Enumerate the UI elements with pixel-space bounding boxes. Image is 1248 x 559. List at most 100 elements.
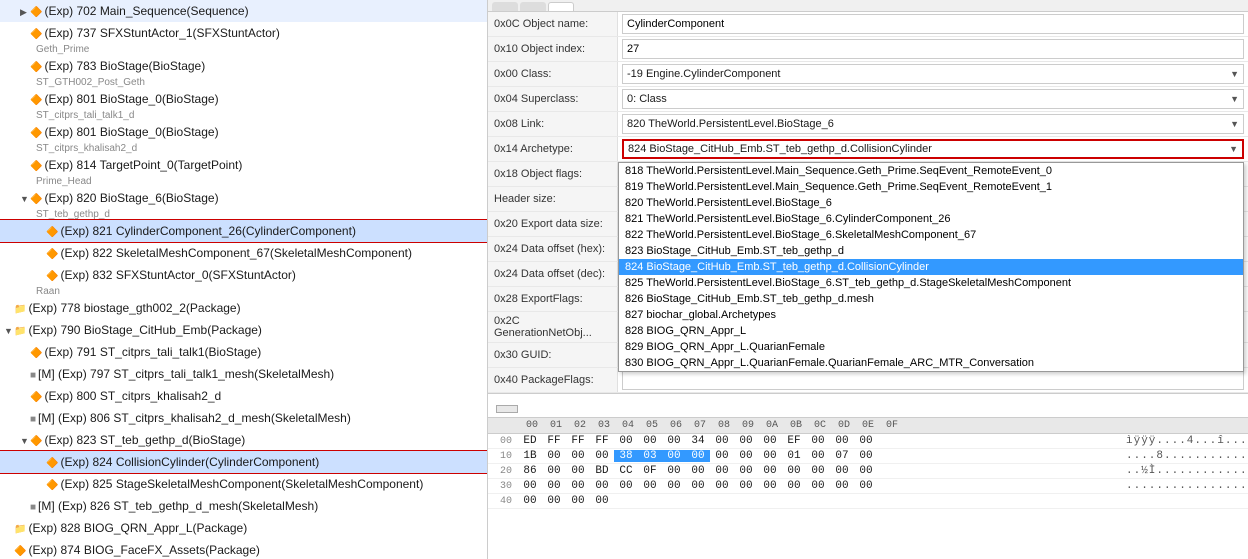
meta-input-14[interactable] xyxy=(622,370,1244,390)
hex-byte-4-9[interactable] xyxy=(734,495,758,507)
hex-byte-4-1[interactable]: 00 xyxy=(542,495,566,507)
meta-input-0[interactable] xyxy=(622,14,1244,34)
hex-byte-2-10[interactable]: 00 xyxy=(758,465,782,477)
hex-byte-4-13[interactable] xyxy=(830,495,854,507)
tree-item-20[interactable]: 📁(Exp) 828 BIOG_QRN_Appr_L(Package) xyxy=(0,517,487,539)
hex-byte-0-7[interactable]: 34 xyxy=(686,435,710,447)
dropdown-item-9[interactable]: 827 biochar_global.Archetypes xyxy=(619,307,1243,323)
tree-item-1[interactable]: 🔶(Exp) 737 SFXStuntActor_1(SFXStuntActor… xyxy=(0,22,487,44)
hex-byte-2-3[interactable]: BD xyxy=(590,465,614,477)
tree-item-2[interactable]: 🔶(Exp) 783 BioStage(BioStage) xyxy=(0,55,487,77)
hex-byte-0-13[interactable]: 00 xyxy=(830,435,854,447)
tree-item-17[interactable]: 🔶(Exp) 824 CollisionCylinder(CylinderCom… xyxy=(0,451,487,473)
hex-byte-1-13[interactable]: 07 xyxy=(830,450,854,462)
hex-byte-3-12[interactable]: 00 xyxy=(806,480,830,492)
dropdown-item-7[interactable]: 825 TheWorld.PersistentLevel.BioStage_6.… xyxy=(619,275,1243,291)
hex-byte-2-6[interactable]: 00 xyxy=(662,465,686,477)
meta-value-5[interactable]: 824 BioStage_CitHub_Emb.ST_teb_gethp_d.C… xyxy=(618,137,1248,161)
hex-byte-2-4[interactable]: CC xyxy=(614,465,638,477)
hex-byte-2-8[interactable]: 00 xyxy=(710,465,734,477)
hex-byte-3-14[interactable]: 00 xyxy=(854,480,878,492)
tree-item-15[interactable]: ■[M] (Exp) 806 ST_citprs_khalisah2_d_mes… xyxy=(0,407,487,429)
hex-byte-2-7[interactable]: 00 xyxy=(686,465,710,477)
hex-byte-1-2[interactable]: 00 xyxy=(566,450,590,462)
tree-item-3[interactable]: 🔶(Exp) 801 BioStage_0(BioStage) xyxy=(0,88,487,110)
dropdown-item-5[interactable]: 823 BioStage_CitHub_Emb.ST_teb_gethp_d xyxy=(619,243,1243,259)
dropdown-item-10[interactable]: 828 BIOG_QRN_Appr_L xyxy=(619,323,1243,339)
hex-byte-4-11[interactable] xyxy=(782,495,806,507)
hex-byte-3-4[interactable]: 00 xyxy=(614,480,638,492)
hex-byte-2-5[interactable]: 0F xyxy=(638,465,662,477)
dropdown-field-3[interactable]: 0: Class▼ xyxy=(622,89,1244,109)
hex-byte-1-10[interactable]: 00 xyxy=(758,450,782,462)
tab-metadata[interactable] xyxy=(520,2,546,11)
dropdown-item-3[interactable]: 821 TheWorld.PersistentLevel.BioStage_6.… xyxy=(619,211,1243,227)
hex-byte-3-9[interactable]: 00 xyxy=(734,480,758,492)
tree-arrow-0[interactable]: ▶ xyxy=(20,6,30,20)
meta-value-1[interactable] xyxy=(618,37,1248,61)
hex-byte-2-1[interactable]: 00 xyxy=(542,465,566,477)
tree-arrow-6[interactable]: ▼ xyxy=(20,193,30,207)
hex-byte-3-6[interactable]: 00 xyxy=(662,480,686,492)
dropdown-item-8[interactable]: 826 BioStage_CitHub_Emb.ST_teb_gethp_d.m… xyxy=(619,291,1243,307)
hex-byte-4-8[interactable] xyxy=(710,495,734,507)
dropdown-item-4[interactable]: 822 TheWorld.PersistentLevel.BioStage_6.… xyxy=(619,227,1243,243)
tree-item-13[interactable]: ■[M] (Exp) 797 ST_citprs_tali_talk1_mesh… xyxy=(0,363,487,385)
hex-byte-4-12[interactable] xyxy=(806,495,830,507)
hex-byte-4-5[interactable] xyxy=(638,495,662,507)
hex-byte-0-9[interactable]: 00 xyxy=(734,435,758,447)
hex-byte-0-6[interactable]: 00 xyxy=(662,435,686,447)
hex-byte-0-2[interactable]: FF xyxy=(566,435,590,447)
hex-byte-3-13[interactable]: 00 xyxy=(830,480,854,492)
hex-byte-4-7[interactable] xyxy=(686,495,710,507)
meta-value-3[interactable]: 0: Class▼ xyxy=(618,87,1248,111)
hex-byte-1-7[interactable]: 00 xyxy=(686,450,710,462)
dropdown-item-12[interactable]: 830 BIOG_QRN_Appr_L.QuarianFemale.Quaria… xyxy=(619,355,1243,371)
hex-byte-1-3[interactable]: 00 xyxy=(590,450,614,462)
hex-byte-3-10[interactable]: 00 xyxy=(758,480,782,492)
hex-byte-2-14[interactable]: 00 xyxy=(854,465,878,477)
hex-byte-4-0[interactable]: 00 xyxy=(518,495,542,507)
dropdown-item-11[interactable]: 829 BIOG_QRN_Appr_L.QuarianFemale xyxy=(619,339,1243,355)
meta-input-1[interactable] xyxy=(622,39,1244,59)
hex-byte-0-15[interactable] xyxy=(878,435,902,447)
dropdown-item-6[interactable]: 824 BioStage_CitHub_Emb.ST_teb_gethp_d.C… xyxy=(619,259,1243,275)
hex-byte-0-0[interactable]: ED xyxy=(518,435,542,447)
hex-byte-2-15[interactable] xyxy=(878,465,902,477)
hex-byte-3-11[interactable]: 00 xyxy=(782,480,806,492)
hex-byte-4-10[interactable] xyxy=(758,495,782,507)
tree-arrow-16[interactable]: ▼ xyxy=(20,435,30,449)
hex-byte-2-2[interactable]: 00 xyxy=(566,465,590,477)
tree-item-16[interactable]: ▼🔶(Exp) 823 ST_teb_gethp_d(BioStage) xyxy=(0,429,487,451)
hex-byte-4-3[interactable]: 00 xyxy=(590,495,614,507)
hex-byte-0-3[interactable]: FF xyxy=(590,435,614,447)
hex-byte-1-4[interactable]: 38 xyxy=(614,450,638,462)
tree-item-18[interactable]: 🔶(Exp) 825 StageSkeletalMeshComponent(Sk… xyxy=(0,473,487,495)
hex-byte-2-11[interactable]: 00 xyxy=(782,465,806,477)
tab-interpreter[interactable] xyxy=(492,2,518,11)
tree-item-0[interactable]: ▶🔶(Exp) 702 Main_Sequence(Sequence) xyxy=(0,0,487,22)
hex-byte-4-4[interactable] xyxy=(614,495,638,507)
hex-byte-2-0[interactable]: 86 xyxy=(518,465,542,477)
dropdown-item-1[interactable]: 819 TheWorld.PersistentLevel.Main_Sequen… xyxy=(619,179,1243,195)
tree-item-19[interactable]: ■[M] (Exp) 826 ST_teb_gethp_d_mesh(Skele… xyxy=(0,495,487,517)
tree-item-11[interactable]: ▼📁(Exp) 790 BioStage_CitHub_Emb(Package) xyxy=(0,319,487,341)
hex-byte-4-6[interactable] xyxy=(662,495,686,507)
tree-item-10[interactable]: 📁(Exp) 778 biostage_gth002_2(Package) xyxy=(0,297,487,319)
hex-byte-3-7[interactable]: 00 xyxy=(686,480,710,492)
hex-byte-0-12[interactable]: 00 xyxy=(806,435,830,447)
meta-value-4[interactable]: 820 TheWorld.PersistentLevel.BioStage_6▼ xyxy=(618,112,1248,136)
hex-byte-0-10[interactable]: 00 xyxy=(758,435,782,447)
dropdown-item-0[interactable]: 818 TheWorld.PersistentLevel.Main_Sequen… xyxy=(619,163,1243,179)
meta-value-0[interactable] xyxy=(618,12,1248,36)
tab-binary-interpreter[interactable] xyxy=(548,2,574,11)
tree-item-6[interactable]: ▼🔶(Exp) 820 BioStage_6(BioStage) xyxy=(0,187,487,209)
dropdown-field-5[interactable]: 824 BioStage_CitHub_Emb.ST_teb_gethp_d.C… xyxy=(622,139,1244,159)
tree-arrow-11[interactable]: ▼ xyxy=(4,325,14,339)
hex-byte-1-6[interactable]: 00 xyxy=(662,450,686,462)
hex-byte-0-5[interactable]: 00 xyxy=(638,435,662,447)
tree-item-5[interactable]: 🔶(Exp) 814 TargetPoint_0(TargetPoint) xyxy=(0,154,487,176)
hex-byte-1-9[interactable]: 00 xyxy=(734,450,758,462)
dropdown-field-4[interactable]: 820 TheWorld.PersistentLevel.BioStage_6▼ xyxy=(622,114,1244,134)
hex-byte-3-8[interactable]: 00 xyxy=(710,480,734,492)
